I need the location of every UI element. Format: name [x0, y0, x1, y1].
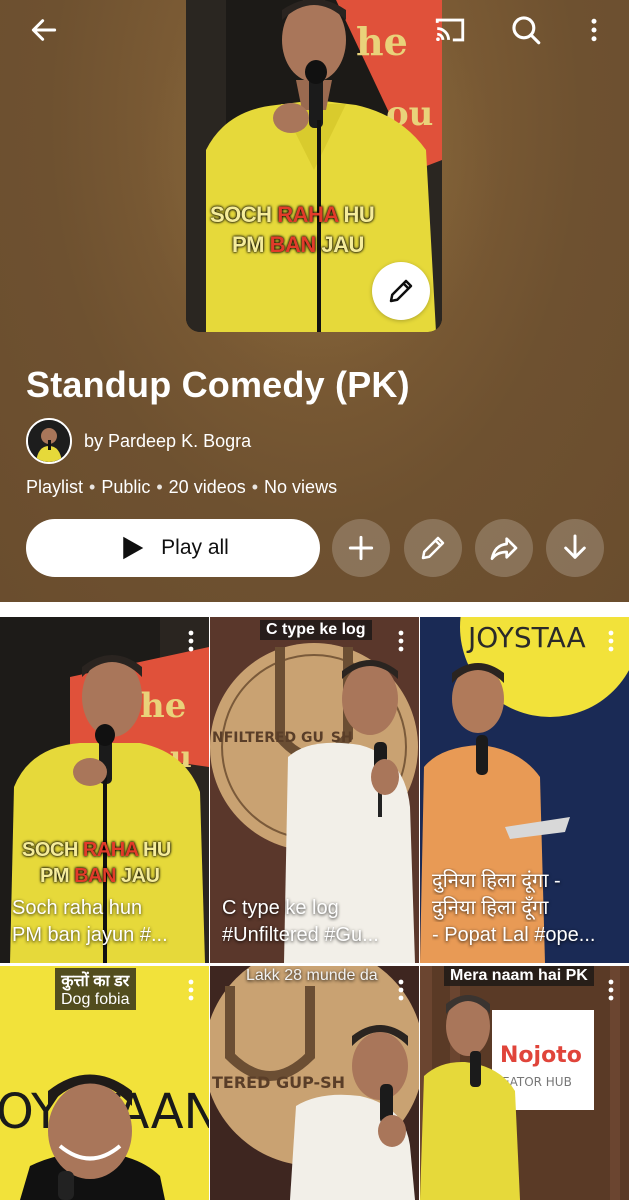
meta-visibility: Public	[101, 477, 151, 497]
meta-separator: •	[89, 477, 96, 497]
video-title-line: PM ban jayun #...	[12, 924, 168, 946]
thumbnail-sign: TERED GUP-SH	[212, 1073, 345, 1092]
more-options-button[interactable]	[572, 8, 616, 52]
thumbnail-caption-line: कुत्तों का डर	[61, 973, 130, 990]
plus-icon	[348, 535, 374, 561]
playlist-title: Standup Comedy (PK)	[26, 364, 410, 405]
video-title-line: Soch raha hun	[12, 897, 143, 919]
thumbnail-sign: Nojoto	[500, 1043, 582, 1068]
video-more-button[interactable]	[181, 629, 201, 653]
thumbnail-caption-tag: कुत्तों का डर Dog fobia	[55, 968, 136, 1010]
thumbnail-sign: JOYSTAA	[466, 621, 586, 654]
cover-overlay-line2: PM BAN JAU	[232, 232, 364, 257]
thumbnail-overlay-line2: PM BAN JAU	[40, 865, 160, 887]
meta-type: Playlist	[26, 477, 84, 497]
thumbnail-sign-sub: EATOR HUB	[502, 1075, 572, 1089]
video-title: C type ke log #Unfiltered #Gu...	[222, 895, 413, 949]
avatar-image	[28, 420, 70, 462]
play-all-button[interactable]: Play all	[26, 519, 320, 577]
back-arrow-icon	[31, 19, 57, 41]
share-icon	[490, 537, 518, 560]
playlist-owner[interactable]: by Pardeep K. Bogra	[26, 418, 251, 464]
video-tile-5[interactable]: TERED GUP-SH Lakk 28 munde da	[210, 966, 419, 1200]
meta-separator: •	[251, 477, 259, 497]
video-title-line: दुनिया हिला दूँगा	[432, 897, 549, 919]
more-vertical-icon	[188, 979, 194, 1001]
thumbnail-caption-tag: Lakk 28 munde da	[246, 967, 378, 984]
download-button[interactable]	[546, 519, 604, 577]
avatar	[26, 418, 72, 464]
video-title-line: C type ke log	[222, 897, 339, 919]
owner-name: by Pardeep K. Bogra	[84, 430, 252, 451]
video-more-button[interactable]	[391, 629, 411, 653]
more-vertical-icon	[398, 979, 404, 1001]
back-button[interactable]	[22, 8, 66, 52]
share-button[interactable]	[475, 519, 533, 577]
search-icon	[512, 16, 541, 45]
video-tile-3[interactable]: JOYSTAA दुनिया हिला दूंगा - दुनिया हिला …	[420, 617, 629, 963]
play-icon	[123, 536, 144, 560]
video-tile-6[interactable]: Nojoto EATOR HUB Mera naam hai PK	[420, 966, 629, 1200]
more-vertical-icon	[398, 630, 404, 652]
video-more-button[interactable]	[391, 978, 411, 1002]
video-more-button[interactable]	[601, 978, 621, 1002]
add-to-playlist-button[interactable]	[332, 519, 390, 577]
edit-playlist-button[interactable]	[404, 519, 462, 577]
video-title-line: दुनिया हिला दूंगा -	[432, 870, 561, 892]
pencil-icon	[421, 536, 445, 560]
video-tile-2[interactable]: NFILTERED GU_SH C type ke log C type ke …	[210, 617, 419, 963]
meta-separator: •	[156, 477, 163, 497]
video-title: दुनिया हिला दूंगा - दुनिया हिला दूँगा - …	[432, 868, 623, 949]
video-title-line: - Popat Lal #ope...	[432, 924, 596, 946]
thumbnail-overlay-line1: SOCH RAHA HU	[22, 839, 171, 861]
video-more-button[interactable]	[601, 629, 621, 653]
cover-overlay-line1: SOCH RAHA HU	[210, 202, 375, 227]
playlist-header: he ou SOCH RAHA HU PM BAN JAU Standup Co…	[0, 0, 629, 602]
more-vertical-icon	[188, 630, 194, 652]
edit-cover-button[interactable]	[372, 262, 430, 320]
svg-text:he: he	[356, 19, 408, 64]
cast-icon	[435, 18, 465, 42]
svg-text:he: he	[140, 686, 186, 726]
thumbnail-caption-tag: Mera naam hai PK	[444, 966, 594, 986]
thumbnail-caption-line: Dog fobia	[61, 991, 130, 1008]
search-button[interactable]	[504, 8, 548, 52]
playlist-meta: Playlist • Public • 20 videos • No views	[26, 477, 337, 498]
video-more-button[interactable]	[181, 978, 201, 1002]
meta-views: No views	[264, 477, 338, 497]
pencil-icon	[389, 279, 413, 303]
more-vertical-icon	[608, 979, 614, 1001]
meta-video-count: 20 videos	[168, 477, 246, 497]
video-tile-1[interactable]: he ou SOCH RAHA HU PM BAN JAU Soch raha …	[0, 617, 209, 963]
video-thumbnail: Nojoto EATOR HUB	[420, 966, 629, 1200]
video-title: Soch raha hun PM ban jayun #...	[12, 895, 203, 949]
video-tile-4[interactable]: OYSTAAN कुत्तों का डर Dog fobia	[0, 966, 209, 1200]
more-vertical-icon	[591, 18, 597, 42]
video-thumbnail: TERED GUP-SH	[210, 966, 419, 1200]
play-all-label: Play all	[161, 536, 229, 559]
video-title-line: #Unfiltered #Gu...	[222, 924, 379, 946]
thumbnail-caption-tag: C type ke log	[260, 620, 372, 640]
download-icon	[564, 534, 586, 559]
cast-button[interactable]	[428, 8, 472, 52]
more-vertical-icon	[608, 630, 614, 652]
